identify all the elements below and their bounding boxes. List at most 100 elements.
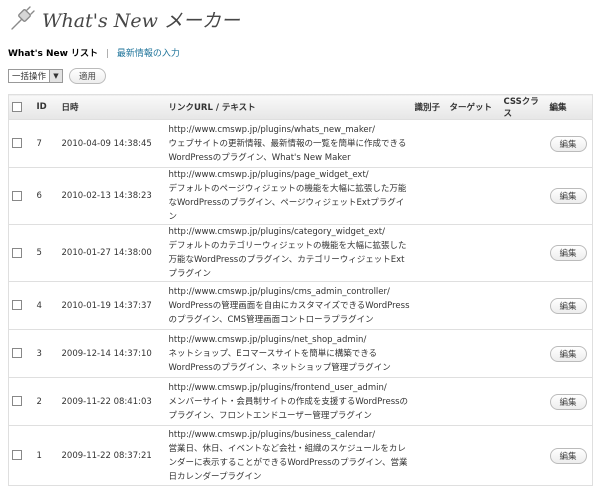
- table-row: 5 2010-01-27 14:38:00 http://www.cmswp.j…: [8, 224, 593, 282]
- row-identifier: [411, 224, 447, 282]
- row-url[interactable]: http://www.cmswp.jp/plugins/page_widget_…: [169, 168, 412, 182]
- row-css-class: [500, 377, 547, 426]
- row-target: [446, 281, 501, 330]
- row-checkbox[interactable]: [12, 247, 22, 258]
- row-text: ネットショップ、Eコマースサイトを簡単に構築できるWordPressのプラグイン…: [168, 348, 391, 373]
- row-date: 2009-11-22 08:37:21: [58, 425, 166, 486]
- row-target: [446, 224, 501, 282]
- row-id: 5: [33, 224, 59, 282]
- row-text: メンバーサイト・会員制サイトの作成を支援するWordPressのプラグイン、フロ…: [168, 396, 409, 421]
- row-date: 2010-01-27 14:38:00: [58, 224, 166, 282]
- row-css-class: [500, 329, 547, 378]
- row-identifier: [411, 281, 447, 330]
- page-title: What's New メーカー: [42, 9, 240, 32]
- col-link[interactable]: リンクURL / テキスト: [165, 94, 412, 120]
- row-id: 4: [33, 281, 59, 330]
- plug-icon: [11, 6, 35, 30]
- row-target: [446, 425, 501, 486]
- row-text: ウェブサイトの更新情報、最新情報の一覧を簡単に作成できるWordPressのプラ…: [168, 138, 407, 163]
- row-target: [446, 377, 501, 426]
- row-url[interactable]: http://www.cmswp.jp/plugins/business_cal…: [169, 428, 412, 442]
- col-edit: 編集: [546, 94, 593, 120]
- row-css-class: [500, 224, 547, 282]
- chevron-down-icon[interactable]: ▼: [49, 70, 62, 82]
- edit-button[interactable]: 編集: [549, 188, 587, 204]
- row-link: http://www.cmswp.jp/plugins/whats_new_ma…: [165, 119, 412, 168]
- row-checkbox[interactable]: [12, 396, 22, 406]
- row-identifier: [411, 167, 447, 225]
- table-row: 6 2010-02-13 14:38:23 http://www.cmswp.j…: [8, 167, 593, 225]
- row-date: 2010-01-19 14:37:37: [58, 281, 166, 330]
- bulk-actions: 一括操作 ▼ 適用: [8, 68, 107, 84]
- row-id: 3: [33, 329, 59, 378]
- bulk-action-selected-label: 一括操作: [12, 72, 47, 82]
- subnav-separator: |: [105, 49, 109, 59]
- row-url[interactable]: http://www.cmswp.jp/plugins/net_shop_adm…: [169, 333, 412, 347]
- page-header: What's New メーカー: [8, 4, 240, 34]
- row-url[interactable]: http://www.cmswp.jp/plugins/category_wid…: [169, 225, 412, 239]
- row-url[interactable]: http://www.cmswp.jp/plugins/cms_admin_co…: [169, 285, 412, 299]
- row-checkbox[interactable]: [12, 348, 22, 358]
- row-checkbox[interactable]: [12, 138, 22, 148]
- row-link: http://www.cmswp.jp/plugins/cms_admin_co…: [165, 281, 412, 330]
- col-css-class[interactable]: CSSクラス: [500, 94, 547, 120]
- row-url[interactable]: http://www.cmswp.jp/plugins/whats_new_ma…: [169, 123, 412, 137]
- row-date: 2010-02-13 14:38:23: [58, 167, 166, 225]
- row-date: 2009-11-22 08:41:03: [58, 377, 166, 426]
- edit-button[interactable]: 編集: [549, 245, 587, 261]
- table-row: 7 2010-04-09 14:38:45 http://www.cmswp.j…: [8, 119, 593, 168]
- row-link: http://www.cmswp.jp/plugins/category_wid…: [165, 224, 412, 282]
- row-link: http://www.cmswp.jp/plugins/net_shop_adm…: [165, 329, 412, 378]
- news-list-table: ID 日時 リンクURL / テキスト 識別子 ターゲット CSSクラス 編集 …: [8, 94, 593, 486]
- col-date[interactable]: 日時: [58, 94, 166, 120]
- row-checkbox[interactable]: [12, 450, 22, 460]
- row-target: [446, 167, 501, 225]
- edit-button[interactable]: 編集: [549, 297, 587, 314]
- edit-button[interactable]: 編集: [549, 447, 587, 464]
- col-id[interactable]: ID: [33, 94, 59, 120]
- row-link: http://www.cmswp.jp/plugins/page_widget_…: [165, 167, 412, 225]
- row-link: http://www.cmswp.jp/plugins/frontend_use…: [165, 377, 412, 426]
- edit-button[interactable]: 編集: [549, 393, 587, 410]
- row-checkbox[interactable]: [12, 300, 22, 310]
- row-date: 2009-12-14 14:37:10: [58, 329, 166, 378]
- subnav-current-list[interactable]: What's New リスト: [8, 49, 98, 59]
- row-target: [446, 119, 501, 168]
- select-all-cell: [8, 94, 34, 120]
- row-id: 7: [33, 119, 59, 168]
- row-text: デフォルトのページウィジェットの機能を大幅に拡張した万能なWordPressのプ…: [168, 184, 407, 222]
- table-header-row: ID 日時 リンクURL / テキスト 識別子 ターゲット CSSクラス 編集: [8, 94, 593, 120]
- row-target: [446, 329, 501, 378]
- row-text: 営業日、休日、イベントなど会社・組織のスケジュールをカレンダーに表示することがで…: [168, 443, 408, 482]
- col-identifier[interactable]: 識別子: [411, 94, 447, 120]
- row-css-class: [500, 281, 547, 330]
- row-id: 2: [33, 377, 59, 426]
- row-identifier: [411, 329, 447, 378]
- row-text: WordPressの管理画面を自由にカスタマイズできるWordPressのプラグ…: [168, 300, 410, 325]
- edit-button[interactable]: 編集: [549, 345, 587, 362]
- row-checkbox[interactable]: [12, 190, 22, 201]
- sub-navigation: What's New リスト | 最新情報の入力: [8, 46, 180, 59]
- row-text: デフォルトのカテゴリーウィジェットの機能を大幅に拡張した万能なWordPress…: [168, 241, 407, 279]
- subnav-link-add-news[interactable]: 最新情報の入力: [117, 49, 180, 59]
- row-id: 6: [33, 167, 59, 225]
- select-all-checkbox[interactable]: [12, 101, 22, 112]
- apply-button[interactable]: 適用: [69, 68, 107, 84]
- row-css-class: [500, 167, 547, 225]
- edit-button[interactable]: 編集: [549, 135, 587, 152]
- row-url[interactable]: http://www.cmswp.jp/plugins/frontend_use…: [169, 381, 412, 395]
- row-identifier: [411, 425, 447, 486]
- table-row: 4 2010-01-19 14:37:37 http://www.cmswp.j…: [8, 281, 593, 330]
- row-css-class: [500, 119, 547, 168]
- row-css-class: [500, 425, 547, 486]
- row-identifier: [411, 119, 447, 168]
- bulk-action-select[interactable]: 一括操作 ▼: [8, 69, 63, 83]
- row-link: http://www.cmswp.jp/plugins/business_cal…: [165, 425, 412, 486]
- col-target[interactable]: ターゲット: [446, 94, 501, 120]
- table-row: 2 2009-11-22 08:41:03 http://www.cmswp.j…: [8, 377, 593, 426]
- table-row: 3 2009-12-14 14:37:10 http://www.cmswp.j…: [8, 329, 593, 378]
- row-id: 1: [33, 425, 59, 486]
- row-date: 2010-04-09 14:38:45: [58, 119, 166, 168]
- row-identifier: [411, 377, 447, 426]
- table-row: 1 2009-11-22 08:37:21 http://www.cmswp.j…: [8, 425, 593, 486]
